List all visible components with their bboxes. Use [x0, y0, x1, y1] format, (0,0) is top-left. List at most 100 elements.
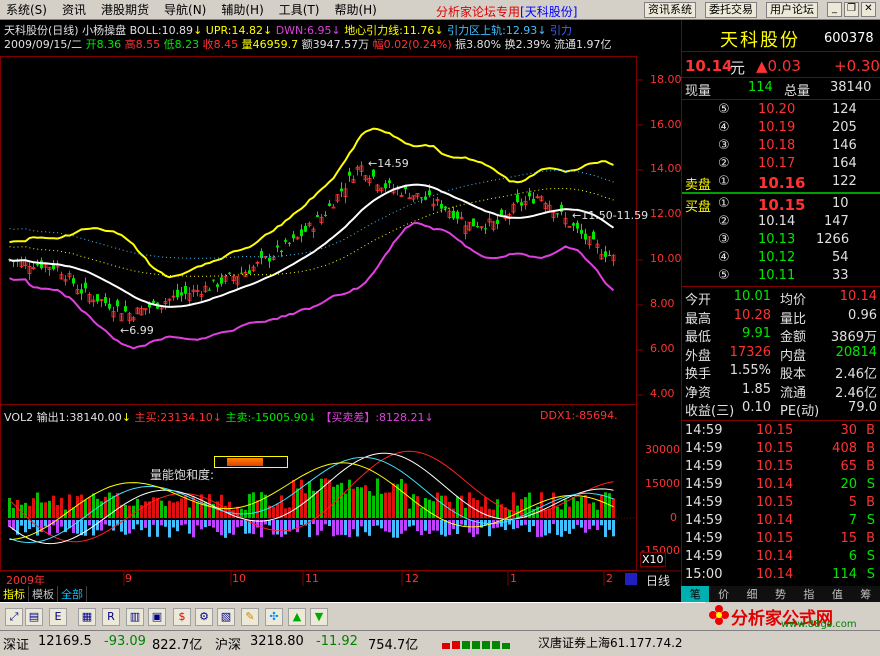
volume-neg-bar	[152, 520, 155, 525]
menu-assist[interactable]: 辅助(H)	[215, 1, 272, 18]
menu-tools[interactable]: 工具(T)	[273, 1, 329, 18]
kline-chart-area[interactable]: 天科股份(日线) 小杨操盘 BOLL:10.89↓ UPR:14.82↓ DWN…	[0, 20, 682, 588]
draw-pencil-icon[interactable]: ✎	[241, 608, 259, 626]
tab-all[interactable]: 全部	[58, 586, 87, 602]
volume-neg-bar	[364, 520, 367, 533]
price-tick: 8.00	[650, 297, 675, 310]
stats-icon[interactable]: ▧	[217, 608, 235, 626]
menu-hk-futures[interactable]: 港股期货	[95, 1, 158, 18]
buy-level-row[interactable]: 买盘 ① 10.15 10	[682, 196, 880, 215]
chart-type-icon[interactable]: ▦	[78, 608, 96, 626]
candle-body	[124, 306, 127, 312]
tab-templates[interactable]: 模板	[29, 586, 58, 602]
quote-tab[interactable]: 筹	[852, 586, 880, 602]
date-tick: 1	[510, 572, 517, 585]
volume-neg-bar	[48, 520, 51, 536]
volume-neg-bar	[376, 520, 379, 526]
buy-level-row[interactable]: ④ 10.12 54	[682, 250, 880, 268]
quote-tab[interactable]: 势	[766, 586, 794, 602]
stat-label: 流通	[780, 385, 807, 401]
volume-neg-bar	[156, 520, 159, 537]
volume-row: 现量 114 总量 38140	[682, 80, 880, 99]
low-value: 低8.23	[163, 38, 200, 51]
sell-level-row[interactable]: 卖盘 ① 10.16 122	[682, 174, 880, 193]
tick-volume: 15	[840, 531, 857, 546]
current-price: 10.14	[685, 57, 733, 75]
quote-tab[interactable]: 价	[709, 586, 737, 602]
volume-neg-bar	[128, 520, 131, 534]
volume-neg-bar	[180, 520, 183, 526]
stat-label: 外盘	[685, 348, 712, 364]
menu-help[interactable]: 帮助(H)	[328, 1, 385, 18]
candle-body	[608, 254, 611, 256]
volume-bar	[88, 497, 91, 518]
minimize-icon[interactable]: _	[827, 2, 842, 17]
volume-neg-bar	[24, 520, 27, 533]
up-arrow-icon[interactable]: ▲	[288, 608, 306, 626]
volume-saturation-gauge	[214, 456, 288, 468]
stat-label: 内盘	[780, 348, 807, 364]
sell-level-row[interactable]: ⑤ 10.20 124	[682, 102, 880, 120]
quote-tab[interactable]: 笔	[681, 586, 710, 602]
volume-bar	[356, 486, 359, 518]
level-index: ②	[718, 214, 730, 229]
volume-neg-bar	[144, 520, 147, 528]
menu-info[interactable]: 资讯	[56, 1, 95, 18]
volume-neg-bar	[172, 520, 175, 528]
volume-bar	[380, 493, 383, 518]
candle-body	[456, 211, 459, 219]
restore-icon[interactable]: ❐	[844, 2, 859, 17]
forum-button[interactable]: 用户论坛	[766, 2, 818, 18]
stat-row: 最低 9.91 金额 3869万	[682, 326, 880, 345]
buy-level-row[interactable]: ⑤ 10.11 33	[682, 268, 880, 286]
buy-level-row[interactable]: ③ 10.13 1266	[682, 232, 880, 250]
volume-bar	[124, 504, 127, 518]
volume-neg-bar	[368, 520, 371, 536]
date-tick: 9	[125, 572, 132, 585]
etf-icon[interactable]: E	[49, 608, 67, 626]
stat-value: 0.10	[742, 400, 771, 415]
table-icon[interactable]: ▥	[126, 608, 144, 626]
quote-tab[interactable]: 细	[738, 586, 766, 602]
candle-body	[388, 180, 391, 183]
candle-body	[580, 229, 583, 234]
sell-level-row[interactable]: ② 10.17 164	[682, 156, 880, 174]
gravity-line	[9, 187, 614, 277]
stat-label: 股本	[780, 367, 807, 382]
volume-neg-bar	[384, 520, 387, 532]
level-index: ①	[718, 174, 730, 189]
sell-level-row[interactable]: ④ 10.19 205	[682, 120, 880, 138]
close-icon[interactable]: ✕	[861, 2, 876, 17]
volume-neg-bar	[280, 520, 283, 537]
volume-neg-bar	[396, 520, 399, 538]
buy-level-row[interactable]: ② 10.14 147	[682, 214, 880, 232]
info-system-button[interactable]: 资讯系统	[644, 2, 696, 18]
volume-neg-bar	[612, 520, 615, 537]
rsi-icon[interactable]: R	[102, 608, 120, 626]
crosshair-icon[interactable]: ✣	[265, 608, 283, 626]
zoom-icon[interactable]: ⤢	[5, 608, 23, 626]
trade-button[interactable]: 委托交易	[705, 2, 757, 18]
tab-indicators[interactable]: 指标	[0, 586, 29, 602]
chart-header-line2: 2009/09/15/二 开8.36 高8.55 低8.23 收8.45 量46…	[4, 36, 612, 52]
candle-body	[96, 294, 99, 302]
scroll-indicator-icon[interactable]	[625, 573, 637, 585]
volume-neg-bar	[196, 520, 199, 526]
tools-icon[interactable]: ⚙	[195, 608, 213, 626]
menu-system[interactable]: 系统(S)	[0, 1, 56, 18]
stat-label: 最高	[685, 311, 712, 327]
sell-level-row[interactable]: ③ 10.18 146	[682, 138, 880, 156]
volume-bar	[520, 499, 523, 518]
quote-tab[interactable]: 值	[823, 586, 851, 602]
menu-navigate[interactable]: 导航(N)	[158, 1, 215, 18]
volume-bar	[48, 500, 51, 518]
quote-tab[interactable]: 指	[795, 586, 823, 602]
candle-body	[452, 210, 455, 219]
kline-chart[interactable]	[0, 20, 681, 586]
candle-body	[212, 279, 215, 281]
candle-body	[300, 229, 303, 237]
money-icon[interactable]: $	[173, 608, 191, 626]
calendar-icon[interactable]: ▣	[148, 608, 166, 626]
down-arrow-icon[interactable]: ▼	[310, 608, 328, 626]
kline-icon[interactable]: ▤	[25, 608, 43, 626]
